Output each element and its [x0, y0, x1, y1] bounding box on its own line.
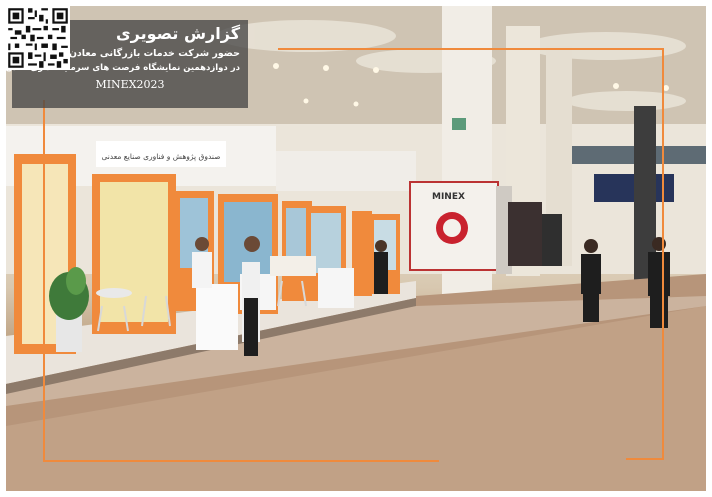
- kiosk-sign-text: MINEX: [432, 192, 465, 202]
- frame-bottom-line: [43, 460, 439, 462]
- frame-right-line: [662, 48, 664, 460]
- frame-top-line: [278, 48, 664, 50]
- qr-code-icon: [6, 6, 70, 70]
- frame-bottom-right-line: [626, 458, 664, 460]
- frame-left-line: [43, 100, 45, 462]
- event-tag: MINEX2023: [95, 78, 165, 91]
- exhibition-photo: صندوق پژوهش و فناوری صنایع معدنی MINEX گ…: [6, 6, 706, 491]
- booth-sign-text: صندوق پژوهش و فناوری صنایع معدنی: [101, 152, 220, 161]
